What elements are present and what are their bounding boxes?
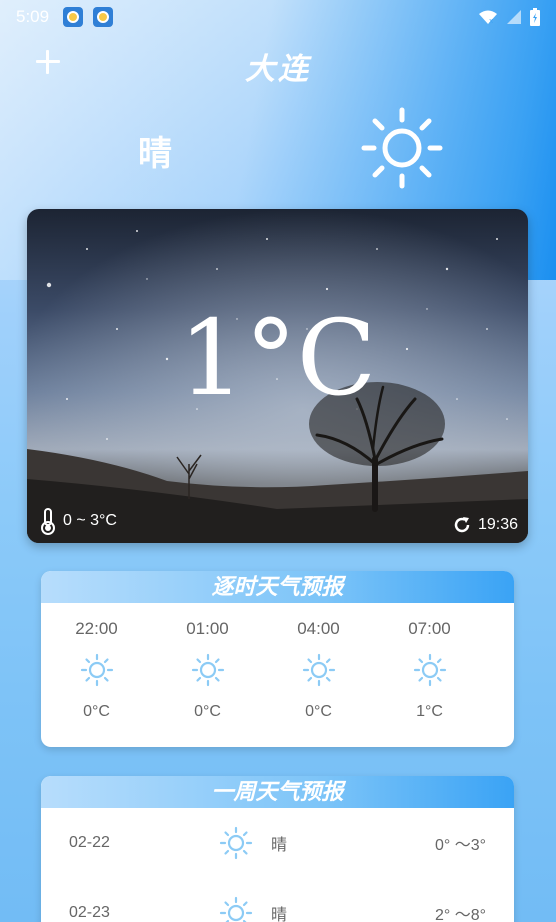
weekly-condition: 晴 xyxy=(271,905,288,922)
hourly-item: 04:00 0°C xyxy=(263,603,374,721)
weekly-date: 02-22 xyxy=(69,834,110,851)
svg-text:x: x xyxy=(489,17,493,25)
signal-icon xyxy=(507,10,521,24)
hourly-item: 01:00 0°C xyxy=(152,603,263,721)
weekly-forecast-panel: 一周天气预报 02-22 晴 0° ～3° 02-23 晴 2° ～8° xyxy=(41,776,514,922)
hourly-time: 04:00 xyxy=(297,619,340,638)
hourly-forecast-panel: 逐时天气预报 22:00 0°C 01:00 0°C 04:00 0°C 07:00 1°C xyxy=(41,571,514,747)
weekly-range: 2° ～8° xyxy=(434,907,486,922)
refresh-icon[interactable] xyxy=(452,515,472,535)
update-time: 19:36 xyxy=(477,516,518,533)
weekly-forecast-list: 02-22 晴 0° ～3° 02-23 晴 2° ～8° xyxy=(41,808,514,922)
hourly-item: 22:00 0°C xyxy=(41,603,152,721)
weekly-forecast-title: 一周天气预报 xyxy=(41,776,514,808)
battery-icon xyxy=(530,8,540,26)
hourly-time: 22:00 xyxy=(75,619,118,638)
sun-icon xyxy=(191,653,224,687)
sun-icon xyxy=(361,107,443,189)
alarm-app-icon xyxy=(93,7,114,27)
hourly-forecast-title: 逐时天气预报 xyxy=(41,571,514,603)
status-bar: 5:09 x xyxy=(0,0,556,34)
current-condition: 晴 xyxy=(138,134,172,174)
weekly-condition: 晴 xyxy=(271,835,288,854)
hourly-item: 07:00 1°C xyxy=(374,603,485,721)
weekly-row[interactable]: 02-23 晴 2° ～8° xyxy=(41,878,514,922)
sun-icon xyxy=(219,896,253,922)
hourly-time: 07:00 xyxy=(408,619,451,638)
temperature-range: 0 ~ 3°C xyxy=(39,507,117,535)
weekly-date: 02-23 xyxy=(69,904,110,921)
current-weather-card: 1°C 0 ~ 3°C 19:36 xyxy=(27,209,528,543)
city-name[interactable]: 大连 xyxy=(0,44,556,88)
hourly-temp: 1°C xyxy=(416,703,443,720)
thermometer-icon xyxy=(41,508,55,535)
hourly-time: 01:00 xyxy=(186,619,229,638)
weekly-row[interactable]: 02-22 晴 0° ～3° xyxy=(41,808,514,878)
hourly-forecast-list: 22:00 0°C 01:00 0°C 04:00 0°C 07:00 1°C xyxy=(41,603,514,721)
hourly-temp: 0°C xyxy=(83,703,110,720)
current-temperature: 1°C xyxy=(178,297,377,419)
sun-icon xyxy=(302,653,335,687)
refresh-area[interactable]: 19:36 xyxy=(452,515,518,535)
alarm-app-icon xyxy=(63,7,84,27)
sun-icon xyxy=(413,653,446,687)
hourly-temp: 0°C xyxy=(194,703,221,720)
weekly-range: 0° ～3° xyxy=(434,837,486,854)
temperature-range-text: 0 ~ 3°C xyxy=(63,512,117,529)
sun-icon xyxy=(80,653,113,687)
wifi-icon: x xyxy=(479,10,497,25)
sun-icon xyxy=(219,826,253,860)
status-time: 5:09 xyxy=(16,7,50,26)
hourly-temp: 0°C xyxy=(305,703,332,720)
